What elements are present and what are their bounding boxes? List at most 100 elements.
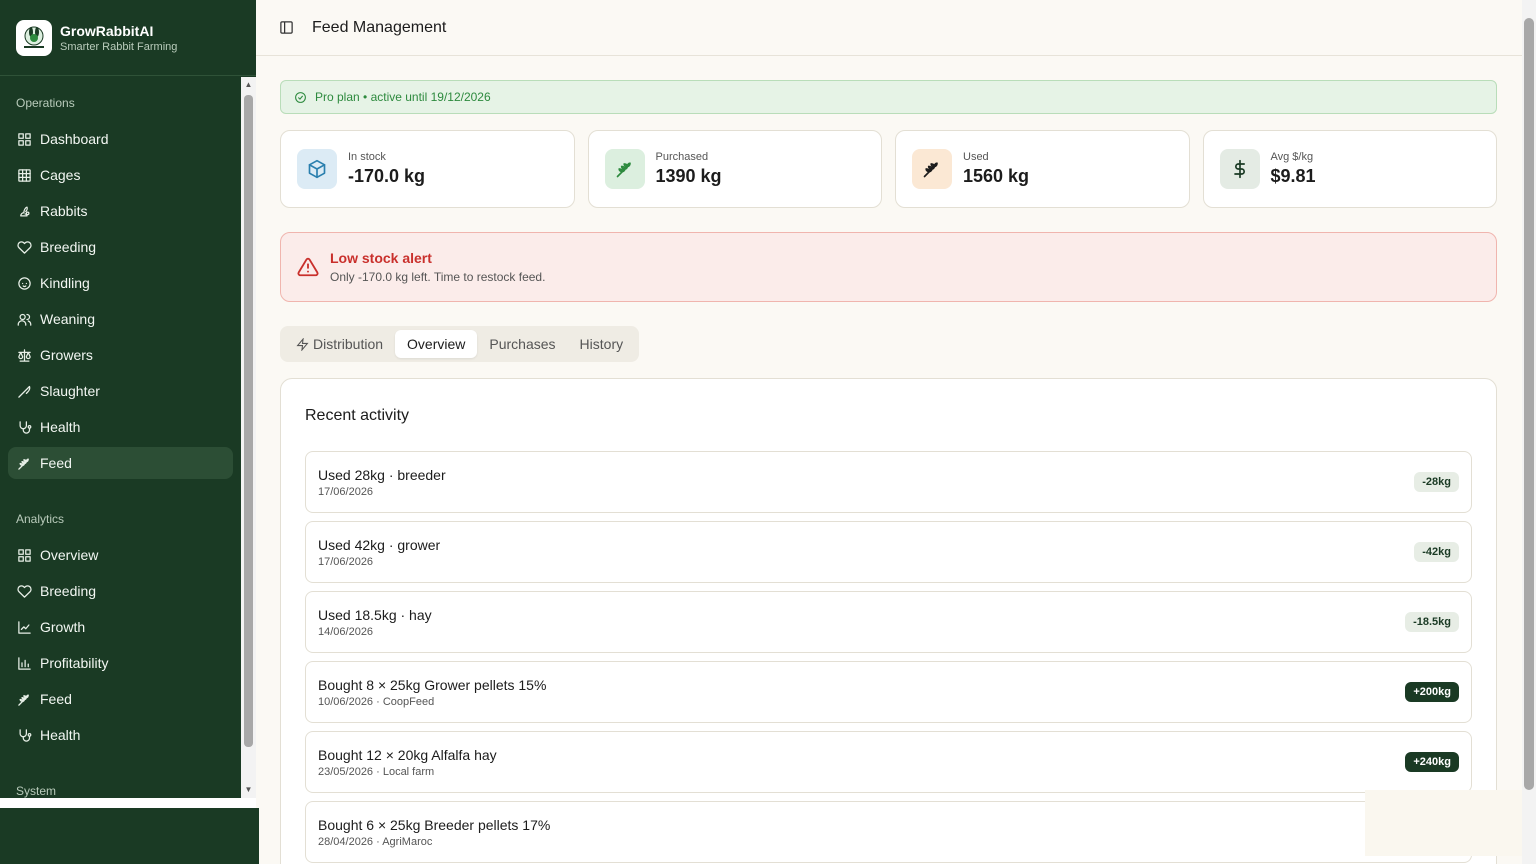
activity-list: Used 28kg · breeder 17/06/2026 -28kg Use… [305, 451, 1472, 864]
activity-sub: 23/05/2026 · Local farm [318, 765, 435, 778]
scale-icon [16, 347, 32, 363]
wheat-icon [912, 149, 952, 189]
tab-purchases[interactable]: Purchases [477, 330, 567, 358]
rabbit-icon [16, 203, 32, 219]
activity-sub: 17/06/2026 [318, 555, 374, 568]
activity-sub: 10/06/2026 · CoopFeed [318, 695, 435, 708]
sidebar-item-breeding[interactable]: Breeding [8, 231, 233, 263]
check-circle-icon [295, 91, 306, 103]
list-item: Used 18.5kg · hay 14/06/2026 -18.5kg [305, 591, 1472, 653]
tab-overview[interactable]: Overview [395, 330, 478, 358]
plan-banner: Pro plan • active until 19/12/2026 [280, 80, 1497, 114]
tab-distribution[interactable]: Distribution [284, 330, 395, 358]
sidebar-item-label: Kindling [40, 275, 90, 291]
stat-card-in-stock: In stock -170.0 kg [280, 130, 575, 208]
heart-icon [16, 583, 32, 599]
section-label-analytics: Analytics [16, 512, 65, 526]
sidebar-item-analytics-profitability[interactable]: Profitability [8, 647, 233, 679]
stethoscope-icon [16, 727, 32, 743]
stat-value: 1390 kg [655, 166, 722, 186]
sidebar-item-cages[interactable]: Cages [8, 159, 233, 191]
sidebar-item-label: Health [40, 419, 81, 435]
stat-card-purchased: Purchased 1390 kg [587, 130, 882, 208]
sidebar-footer [0, 808, 259, 864]
scroll-down-arrow-icon[interactable]: ▼ [244, 785, 253, 794]
alert-message: Only -170.0 kg left. Time to restock fee… [330, 270, 546, 284]
activity-main: Used 42kg · grower [318, 536, 441, 553]
stat-value: -170.0 kg [348, 166, 426, 186]
stat-value: 1560 kg [963, 166, 1030, 186]
tab-label: Overview [407, 336, 466, 352]
stat-label: In stock [348, 151, 386, 163]
warning-triangle-icon [297, 257, 319, 277]
sidebar-divider [0, 798, 256, 808]
baby-icon [16, 275, 32, 291]
sidebar-item-label: Weaning [40, 311, 96, 327]
alert-title: Low stock alert [330, 250, 432, 266]
zap-icon [296, 337, 309, 351]
list-item: Bought 6 × 25kg Breeder pellets 17% 28/0… [305, 801, 1472, 863]
grid-icon [16, 547, 32, 563]
sidebar-item-label: Slaughter [40, 383, 100, 399]
sidebar-item-growers[interactable]: Growers [8, 339, 233, 371]
floating-panel [1365, 790, 1522, 856]
section-label-system: System [16, 784, 57, 798]
low-stock-alert: Low stock alert Only -170.0 kg left. Tim… [280, 232, 1497, 302]
sidebar-scroll-thumb[interactable] [244, 95, 253, 747]
amount-badge: -28kg [1414, 472, 1459, 492]
stats-row: In stock -170.0 kg Purchased 1390 kg Use… [280, 130, 1497, 208]
sidebar-item-health[interactable]: Health [8, 411, 233, 443]
dollar-icon [1219, 149, 1260, 189]
sidebar-item-dashboard[interactable]: Dashboard [8, 123, 233, 155]
scroll-up-arrow-icon[interactable]: ▲ [244, 80, 253, 89]
grid-icon [16, 131, 32, 147]
amount-badge: -42kg [1414, 542, 1459, 562]
sidebar-item-kindling[interactable]: Kindling [8, 267, 233, 299]
stat-card-avg-price: Avg $/kg $9.81 [1202, 130, 1497, 208]
tab-history[interactable]: History [568, 330, 636, 358]
recent-activity-card: Recent activity Used 28kg · breeder 17/0… [280, 378, 1497, 864]
sidebar-item-label: Profitability [40, 655, 109, 671]
activity-main: Bought 8 × 25kg Grower pellets 15% [318, 676, 547, 693]
sidebar-item-label: Health [40, 727, 81, 743]
sidebar-item-analytics-overview[interactable]: Overview [8, 539, 233, 571]
sidebar-item-weaning[interactable]: Weaning [8, 303, 233, 335]
stat-label: Purchased [655, 151, 709, 163]
list-item: Bought 8 × 25kg Grower pellets 15% 10/06… [305, 661, 1472, 723]
sidebar-item-analytics-feed[interactable]: Feed [8, 683, 233, 715]
package-icon [297, 149, 337, 189]
sidebar-item-analytics-health[interactable]: Health [8, 719, 233, 751]
list-item: Used 42kg · grower 17/06/2026 -42kg [305, 521, 1472, 583]
sidebar-toggle-icon[interactable] [278, 20, 294, 36]
page-scrollbar[interactable] [1522, 0, 1536, 864]
sidebar-item-analytics-breeding[interactable]: Breeding [8, 575, 233, 607]
tab-label: History [579, 336, 624, 352]
sidebar-item-label: Breeding [40, 239, 97, 255]
knife-icon [16, 383, 32, 399]
amount-badge: +200kg [1405, 682, 1459, 702]
sidebar-scrollbar[interactable]: ▲ ▼ [241, 77, 256, 798]
brand-tagline: Smarter Rabbit Farming [60, 40, 178, 53]
table-icon [16, 167, 32, 183]
sidebar: GrowRabbitAI Smarter Rabbit Farming Oper… [0, 0, 256, 864]
wheat-icon [604, 149, 645, 189]
page-scroll-thumb[interactable] [1524, 18, 1534, 790]
users-icon [16, 311, 32, 327]
tab-label: Purchases [489, 336, 556, 352]
sidebar-item-label: Rabbits [40, 203, 88, 219]
sidebar-nav: Operations Dashboard Cages Rabbits Breed… [0, 77, 241, 798]
sidebar-item-feed[interactable]: Feed [8, 447, 233, 479]
stethoscope-icon [16, 419, 32, 435]
sidebar-item-label: Feed [40, 455, 72, 471]
section-label-operations: Operations [16, 96, 75, 110]
sidebar-item-rabbits[interactable]: Rabbits [8, 195, 233, 227]
brand[interactable]: GrowRabbitAI Smarter Rabbit Farming [0, 0, 256, 76]
sidebar-item-label: Breeding [40, 583, 97, 599]
sidebar-item-slaughter[interactable]: Slaughter [8, 375, 233, 407]
rabbit-logo-icon [24, 26, 44, 48]
stat-card-used: Used 1560 kg [895, 130, 1190, 208]
amount-badge: -18.5kg [1405, 612, 1459, 632]
activity-main: Bought 6 × 25kg Breeder pellets 17% [318, 816, 551, 833]
top-header: Feed Management [256, 0, 1522, 56]
sidebar-item-analytics-growth[interactable]: Growth [8, 611, 233, 643]
